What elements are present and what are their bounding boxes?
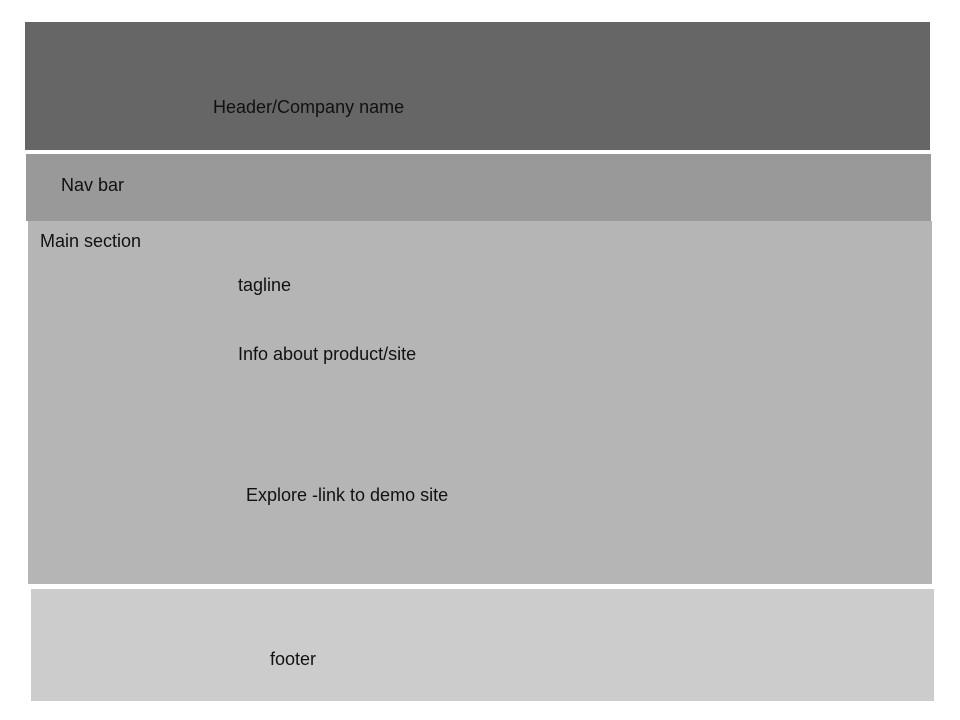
main-section-block: Main section tagline Info about product/… [28, 221, 932, 584]
header-label: Header/Company name [213, 97, 405, 117]
wireframe-page: Header/Company name Nav bar Main section… [0, 0, 960, 720]
header-block: Header/Company name [25, 22, 930, 150]
nav-bar-block: Nav bar [26, 154, 931, 221]
explore-link-label: Explore -link to demo site [246, 485, 449, 505]
footer-label: footer [270, 649, 317, 669]
tagline-label: tagline [238, 275, 292, 295]
main-section-label: Main section [40, 231, 142, 251]
info-label: Info about product/site [238, 344, 417, 364]
footer-block: footer [31, 589, 934, 701]
nav-bar-label: Nav bar [61, 175, 125, 195]
